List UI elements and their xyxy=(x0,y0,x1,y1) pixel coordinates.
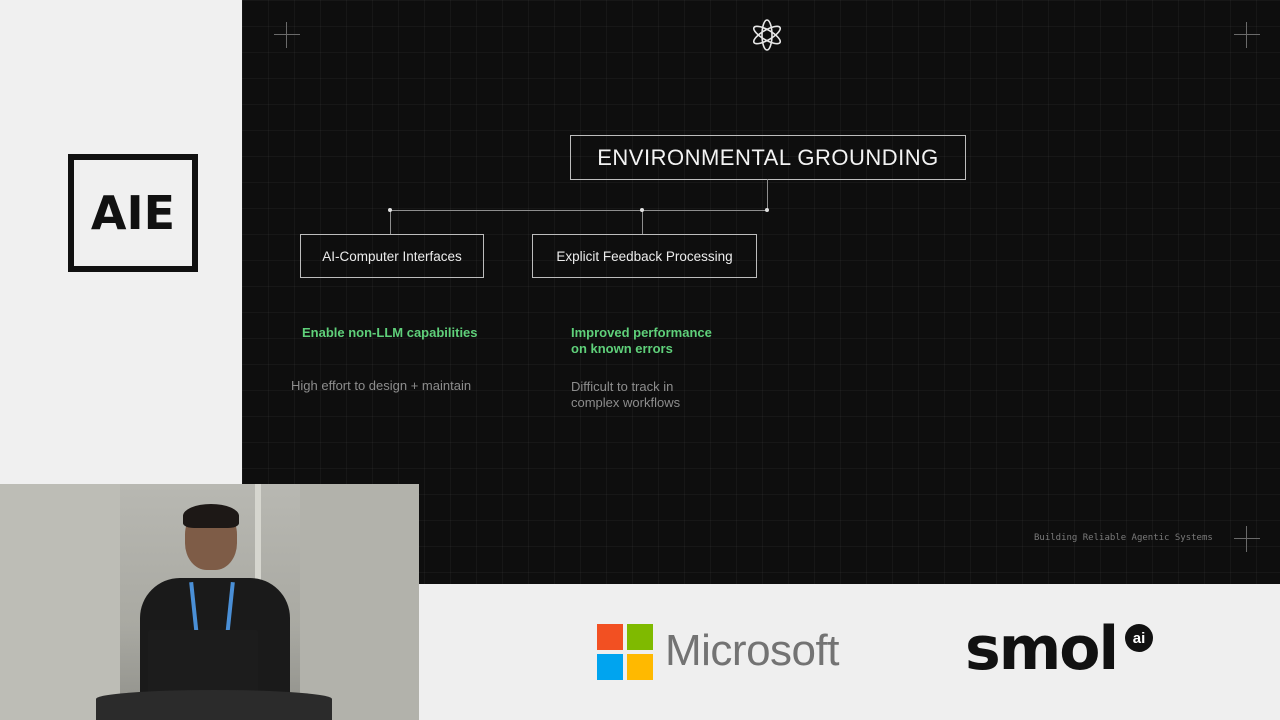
branch-node-explicit-feedback: Explicit Feedback Processing xyxy=(532,234,757,278)
microsoft-logo-icon xyxy=(597,624,653,680)
branch-node-ai-computer-interfaces: AI-Computer Interfaces xyxy=(300,234,484,278)
con-text: High effort to design + maintain xyxy=(291,378,472,393)
connector-line xyxy=(642,210,643,234)
root-node: ENVIRONMENTAL GROUNDING xyxy=(570,135,966,180)
slide-footer: Building Reliable Agentic Systems xyxy=(1034,533,1213,543)
aie-logo: AIE xyxy=(68,154,198,272)
laptop xyxy=(148,630,258,696)
pro-text: Improved performance on known errors xyxy=(571,325,712,356)
corner-crosshair-icon xyxy=(1234,22,1260,48)
star-knot-icon xyxy=(752,19,782,51)
podium xyxy=(96,690,332,720)
speaker-hair xyxy=(183,504,239,528)
sponsor-band: Microsoft smol ai xyxy=(419,584,1280,720)
corner-crosshair-icon xyxy=(1234,526,1260,552)
connector-line xyxy=(390,210,391,234)
pro-text: Enable non-LLM capabilities xyxy=(302,325,478,340)
smol-wordmark: smol xyxy=(965,614,1119,684)
connector-dot xyxy=(765,208,769,212)
con-text: Difficult to track in complex workflows xyxy=(571,379,681,410)
connector-dot xyxy=(388,208,392,212)
connector-dot xyxy=(640,208,644,212)
smol-ai-badge: ai xyxy=(1125,624,1153,652)
microsoft-wordmark: Microsoft xyxy=(665,626,839,675)
connector-line xyxy=(390,210,768,211)
corner-crosshair-icon xyxy=(274,22,300,48)
left-panel: AIE xyxy=(0,0,242,484)
connector-line xyxy=(767,179,768,211)
